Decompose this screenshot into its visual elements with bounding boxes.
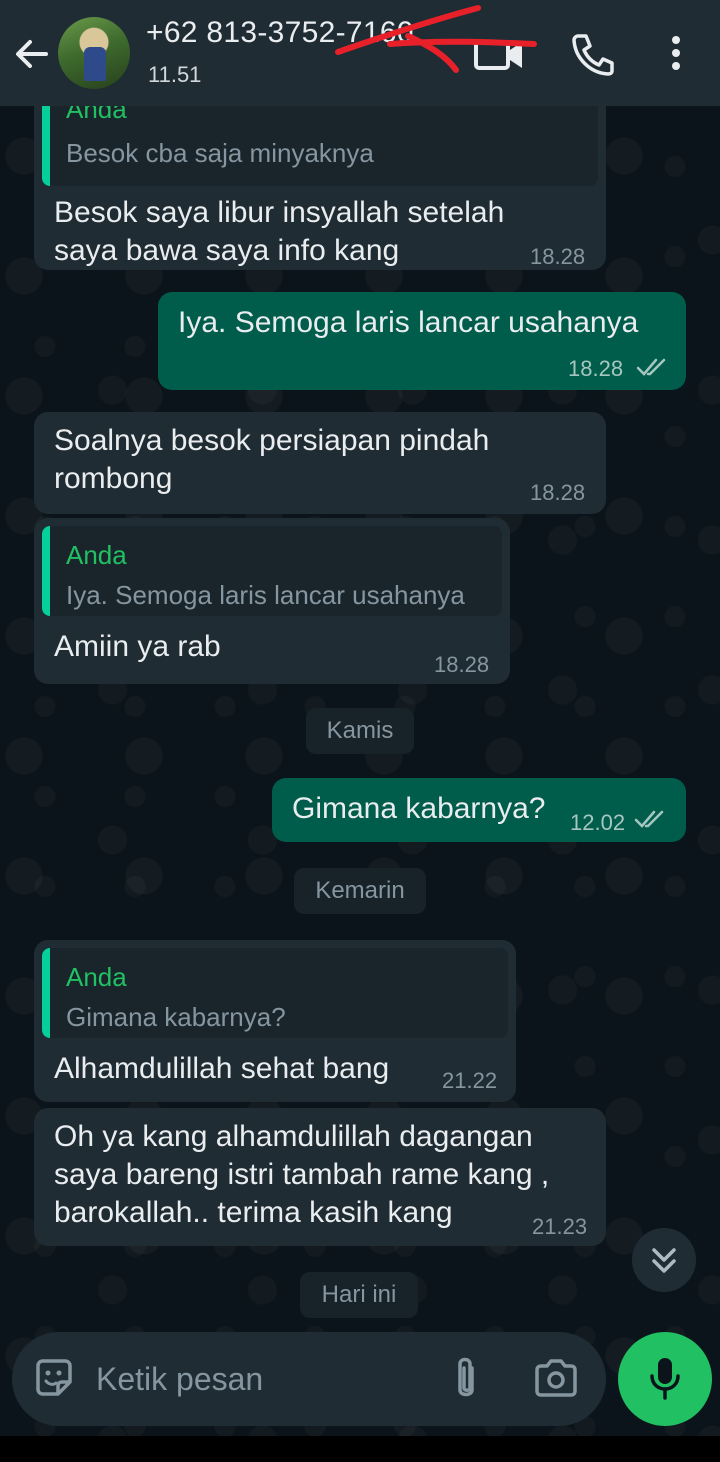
message-text-line: saya bareng istri tambah rame kang ,	[54, 1158, 550, 1191]
message-text-line: Amiin ya rab	[54, 630, 221, 663]
sticker-icon	[36, 1359, 72, 1396]
red-scribble-annotation	[335, 5, 537, 73]
incoming-message[interactable]: Anda Gimana kabarnya? Alhamdulillah seha…	[34, 940, 516, 1102]
double-chevron-down-icon	[652, 1248, 676, 1273]
outgoing-message[interactable]: Iya. Semoga laris lancar usahanya 18.28	[158, 292, 686, 390]
read-receipt-icon	[634, 810, 664, 828]
more-options-button[interactable]	[656, 30, 696, 78]
chat-header: +62 813-3752-7160 11.51	[0, 0, 720, 106]
message-time: 18.28	[530, 244, 586, 269]
attach-button[interactable]	[446, 1354, 486, 1404]
camera-icon	[535, 1359, 577, 1397]
message-list[interactable]: Anda Besok cba saja minyaknya Besok saya…	[0, 106, 720, 1330]
quoted-reply[interactable]: Anda Iya. Semoga laris lancar usahanya	[42, 526, 502, 616]
incoming-message[interactable]: Soalnya besok persiapan pindah rombong 1…	[34, 412, 606, 514]
message-time: 18.28	[434, 652, 490, 677]
quote-author: Anda	[66, 106, 127, 124]
system-nav-bar	[0, 1436, 720, 1462]
message-time: 12.02	[570, 810, 626, 835]
voice-record-button[interactable]	[618, 1332, 712, 1426]
sticker-button[interactable]	[32, 1356, 76, 1400]
phone-icon	[572, 34, 614, 76]
attach-icon	[458, 1357, 474, 1397]
message-time: 21.23	[532, 1214, 588, 1239]
message-text-line: Alhamdulillah sehat bang	[54, 1052, 390, 1085]
quote-bar	[42, 106, 50, 186]
quote-author: Anda	[66, 540, 127, 570]
contact-avatar[interactable]	[58, 17, 130, 89]
scroll-to-bottom-button[interactable]	[632, 1228, 696, 1292]
quote-bar	[42, 948, 50, 1038]
quote-text: Gimana kabarnya?	[66, 1002, 286, 1032]
incoming-message[interactable]: Anda Iya. Semoga laris lancar usahanya A…	[34, 518, 510, 684]
message-text-line: Oh ya kang alhamdulillah dagangan	[54, 1120, 533, 1153]
message-text-line: Soalnya besok persiapan pindah	[54, 424, 490, 457]
read-receipt-icon	[636, 358, 666, 376]
message-text-line: barokallah.. terima kasih kang	[54, 1196, 453, 1229]
message-time: 21.22	[442, 1068, 498, 1093]
back-button[interactable]	[10, 32, 54, 76]
message-text-line: Besok saya libur insyallah setelah	[54, 196, 505, 229]
outgoing-message[interactable]: Gimana kabarnya? 12.02	[272, 778, 686, 842]
quoted-reply[interactable]: Anda Gimana kabarnya?	[42, 948, 508, 1038]
incoming-message[interactable]: Anda Besok cba saja minyaknya Besok saya…	[34, 106, 606, 270]
last-seen-status: 11.51	[148, 62, 202, 87]
quote-bar	[42, 526, 50, 616]
message-time: 18.28	[530, 480, 586, 505]
message-composer	[12, 1332, 606, 1426]
message-text-line: Iya. Semoga laris lancar usahanya	[178, 306, 639, 339]
date-separator: Kemarin	[294, 868, 426, 914]
message-time: 18.28	[568, 356, 624, 381]
back-arrow-icon	[16, 40, 48, 68]
incoming-message[interactable]: Oh ya kang alhamdulillah dagangan saya b…	[34, 1108, 606, 1246]
more-vert-icon	[672, 36, 680, 70]
message-text-line: saya bawa saya info kang	[54, 234, 400, 267]
quote-text: Besok cba saja minyaknya	[66, 138, 374, 168]
message-text-line: rombong	[54, 462, 173, 495]
quoted-reply[interactable]: Anda Besok cba saja minyaknya	[42, 106, 598, 186]
date-separator: Hari ini	[300, 1272, 418, 1318]
message-text-line: Gimana kabarnya?	[292, 792, 546, 825]
quote-author: Anda	[66, 962, 127, 992]
camera-button[interactable]	[532, 1356, 580, 1400]
mic-icon	[650, 1358, 680, 1400]
voice-call-button[interactable]	[566, 30, 616, 78]
message-input[interactable]	[96, 1352, 426, 1406]
quote-text: Iya. Semoga laris lancar usahanya	[66, 580, 465, 610]
date-separator: Kamis	[306, 708, 414, 754]
